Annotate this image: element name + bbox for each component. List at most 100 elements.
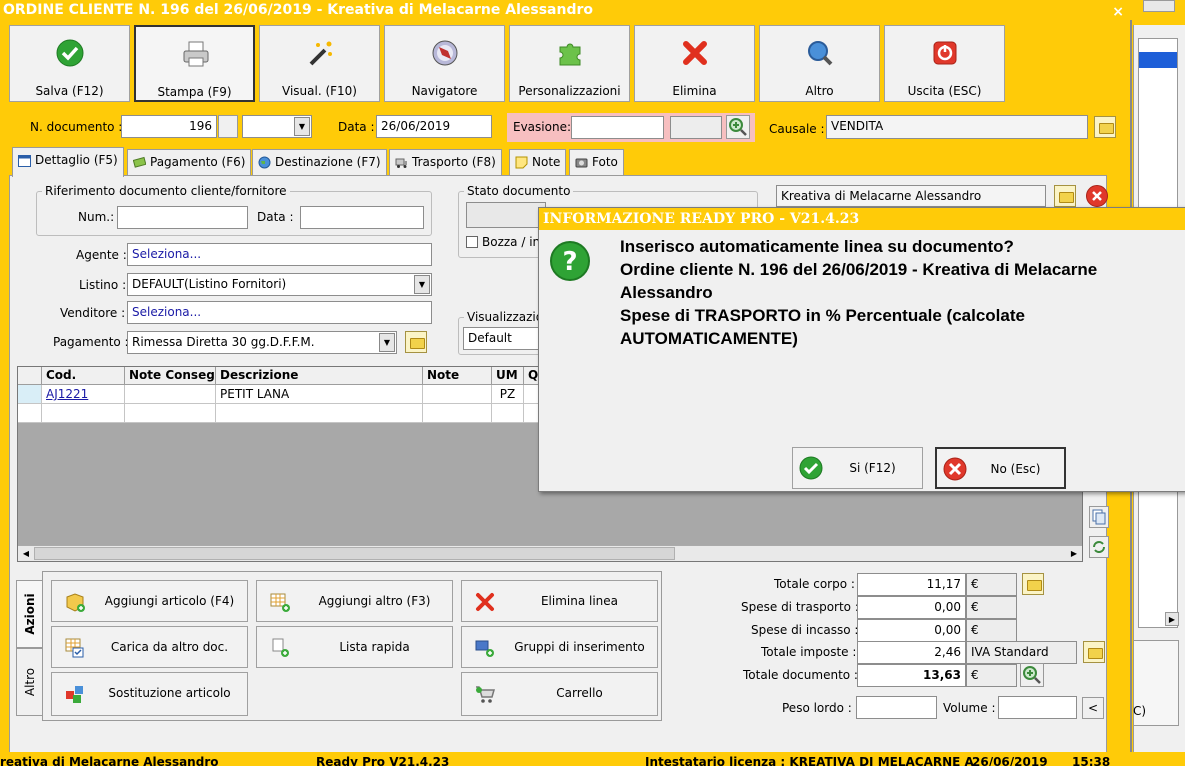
evasione-input[interactable] [571, 116, 664, 139]
dialog-no-button[interactable]: No (Esc) [935, 447, 1066, 489]
dialog-message: Inserisco automaticamente linea su docum… [620, 237, 1098, 348]
status-time: 15:38 [1072, 755, 1111, 766]
tab-note[interactable]: Note [509, 149, 567, 176]
document-number-input[interactable]: 196 [121, 115, 217, 138]
magic-wand-icon [309, 41, 332, 66]
group-add-icon [475, 640, 494, 657]
print-button[interactable]: Stampa (F9) [134, 25, 255, 102]
customer-folder-button[interactable] [1054, 185, 1076, 207]
new-row-cell[interactable] [216, 404, 423, 423]
visualizzazione-select[interactable]: Default [463, 327, 548, 350]
window-close-button[interactable]: × [1112, 2, 1124, 20]
pagamento-folder-button[interactable] [405, 331, 427, 353]
preview-button[interactable]: Visual. (F10) [259, 25, 380, 102]
col-cod[interactable]: Cod. [42, 367, 125, 385]
compass-icon [432, 40, 458, 66]
cell-descrizione[interactable]: PETIT LANA [216, 385, 423, 404]
customizations-button[interactable]: Personalizzazioni [509, 25, 630, 102]
iva-folder-button[interactable] [1083, 641, 1105, 663]
new-row-cell[interactable] [423, 404, 492, 423]
side-refresh-button[interactable] [1089, 536, 1109, 558]
bozza-checkbox[interactable] [466, 236, 478, 248]
scroll-right-icon[interactable]: ▶ [1067, 547, 1081, 560]
new-row-cell[interactable] [125, 404, 216, 423]
row-indicator [18, 385, 42, 404]
info-dialog: INFORMAZIONE READY PRO - V21.4.23 ? Inse… [538, 207, 1185, 492]
insertion-groups-button[interactable]: Gruppi di inserimento [461, 626, 658, 668]
cell-cod[interactable]: AJ1221 [42, 385, 125, 404]
vtab-azioni[interactable]: Azioni [16, 580, 43, 648]
ref-num-input[interactable] [117, 206, 248, 229]
window-title: ORDINE CLIENTE N. 196 del 26/06/2019 - K… [0, 0, 1132, 20]
delete-line-button[interactable]: Elimina linea [461, 580, 658, 622]
volume-label: Volume : [943, 701, 996, 715]
delete-button[interactable]: Elimina [634, 25, 755, 102]
totale-documento-zoom-button[interactable] [1020, 663, 1044, 687]
tab-destinazione[interactable]: Destinazione (F7) [252, 149, 387, 176]
document-number-label: N. documento : [30, 120, 123, 134]
date-input[interactable]: 26/06/2019 [376, 115, 492, 138]
load-from-doc-button[interactable]: Carica da altro doc. [51, 626, 248, 668]
causale-input[interactable]: VENDITA [826, 115, 1088, 139]
scroll-left-icon[interactable]: ◀ [19, 547, 33, 560]
customer-field[interactable]: Kreativa di Melacarne Alessandro [776, 185, 1046, 207]
navigator-button[interactable]: Navigatore [384, 25, 505, 102]
tab-pagamento[interactable]: Pagamento (F6) [127, 149, 252, 176]
evasione-search-button[interactable] [726, 115, 750, 139]
col-note-conseg[interactable]: Note Conseg... [125, 367, 216, 385]
spese-trasporto-value[interactable]: 0,00 [857, 596, 966, 619]
truck-icon [395, 158, 407, 168]
agente-label: Agente : [76, 248, 127, 262]
spese-incasso-currency: € [966, 619, 1017, 642]
pagamento-chevron-icon[interactable]: ▼ [379, 333, 395, 352]
listino-select[interactable]: DEFAULT(Listino Fornitori) [127, 273, 432, 296]
totale-imposte-label: Totale imposte : [761, 645, 857, 659]
tab-dettaglio[interactable]: Dettaglio (F5) [12, 147, 124, 177]
cell-note[interactable] [423, 385, 492, 404]
replace-article-button[interactable]: Sostituzione articolo [51, 672, 248, 716]
agente-select[interactable]: Seleziona... [127, 243, 432, 266]
ref-date-input[interactable] [300, 206, 424, 229]
exit-button[interactable]: Uscita (ESC) [884, 25, 1005, 102]
money-icon [133, 156, 146, 168]
pagamento-select[interactable]: Rimessa Diretta 30 gg.D.F.F.M. [127, 331, 397, 354]
col-um[interactable]: UM [492, 367, 524, 385]
cancel-icon [943, 457, 967, 481]
listino-label: Listino : [79, 278, 127, 292]
cell-um[interactable]: PZ [492, 385, 524, 404]
grid-horizontal-scrollbar[interactable]: ◀ ▶ [18, 545, 1082, 561]
tab-foto[interactable]: Foto [569, 149, 624, 176]
date-label: Data : [338, 120, 375, 134]
chevron-down-icon[interactable]: ▼ [294, 117, 310, 136]
new-row-cell[interactable] [42, 404, 125, 423]
causale-folder-button[interactable] [1094, 116, 1116, 138]
grid-scroll-thumb[interactable] [34, 547, 675, 560]
listino-chevron-icon[interactable]: ▼ [414, 275, 430, 294]
tab-trasporto[interactable]: Trasporto (F8) [389, 149, 502, 176]
venditore-select[interactable]: Seleziona... [127, 301, 432, 324]
vtab-altro[interactable]: Altro [16, 648, 43, 716]
add-other-button[interactable]: Aggiungi altro (F3) [256, 580, 453, 622]
cell-note-conseg[interactable] [125, 385, 216, 404]
peso-lordo-input[interactable] [856, 696, 937, 719]
volume-input[interactable] [998, 696, 1077, 719]
totale-corpo-value: 11,17 [857, 573, 966, 596]
dialog-yes-button[interactable]: Si (F12) [792, 447, 923, 489]
quick-list-button[interactable]: Lista rapida [256, 626, 453, 668]
status-company: reativa di Melacarne Alessandro [0, 755, 219, 766]
cart-button[interactable]: Carrello [461, 672, 658, 716]
more-button[interactable]: Altro [759, 25, 880, 102]
add-article-button[interactable]: Aggiungi articolo (F4) [51, 580, 248, 622]
spese-incasso-value[interactable]: 0,00 [857, 619, 966, 642]
check-icon [799, 456, 823, 480]
check-icon [56, 39, 84, 67]
customer-clear-icon[interactable] [1086, 185, 1108, 207]
new-row-cell[interactable] [492, 404, 524, 423]
col-note[interactable]: Note [423, 367, 492, 385]
collapse-button[interactable]: < [1082, 697, 1104, 719]
save-button[interactable]: Salva (F12) [9, 25, 130, 102]
side-copy-button[interactable] [1089, 506, 1109, 528]
col-descrizione[interactable]: Descrizione [216, 367, 423, 385]
document-number-suffix[interactable] [218, 115, 238, 138]
totale-corpo-folder-button[interactable] [1022, 573, 1044, 595]
